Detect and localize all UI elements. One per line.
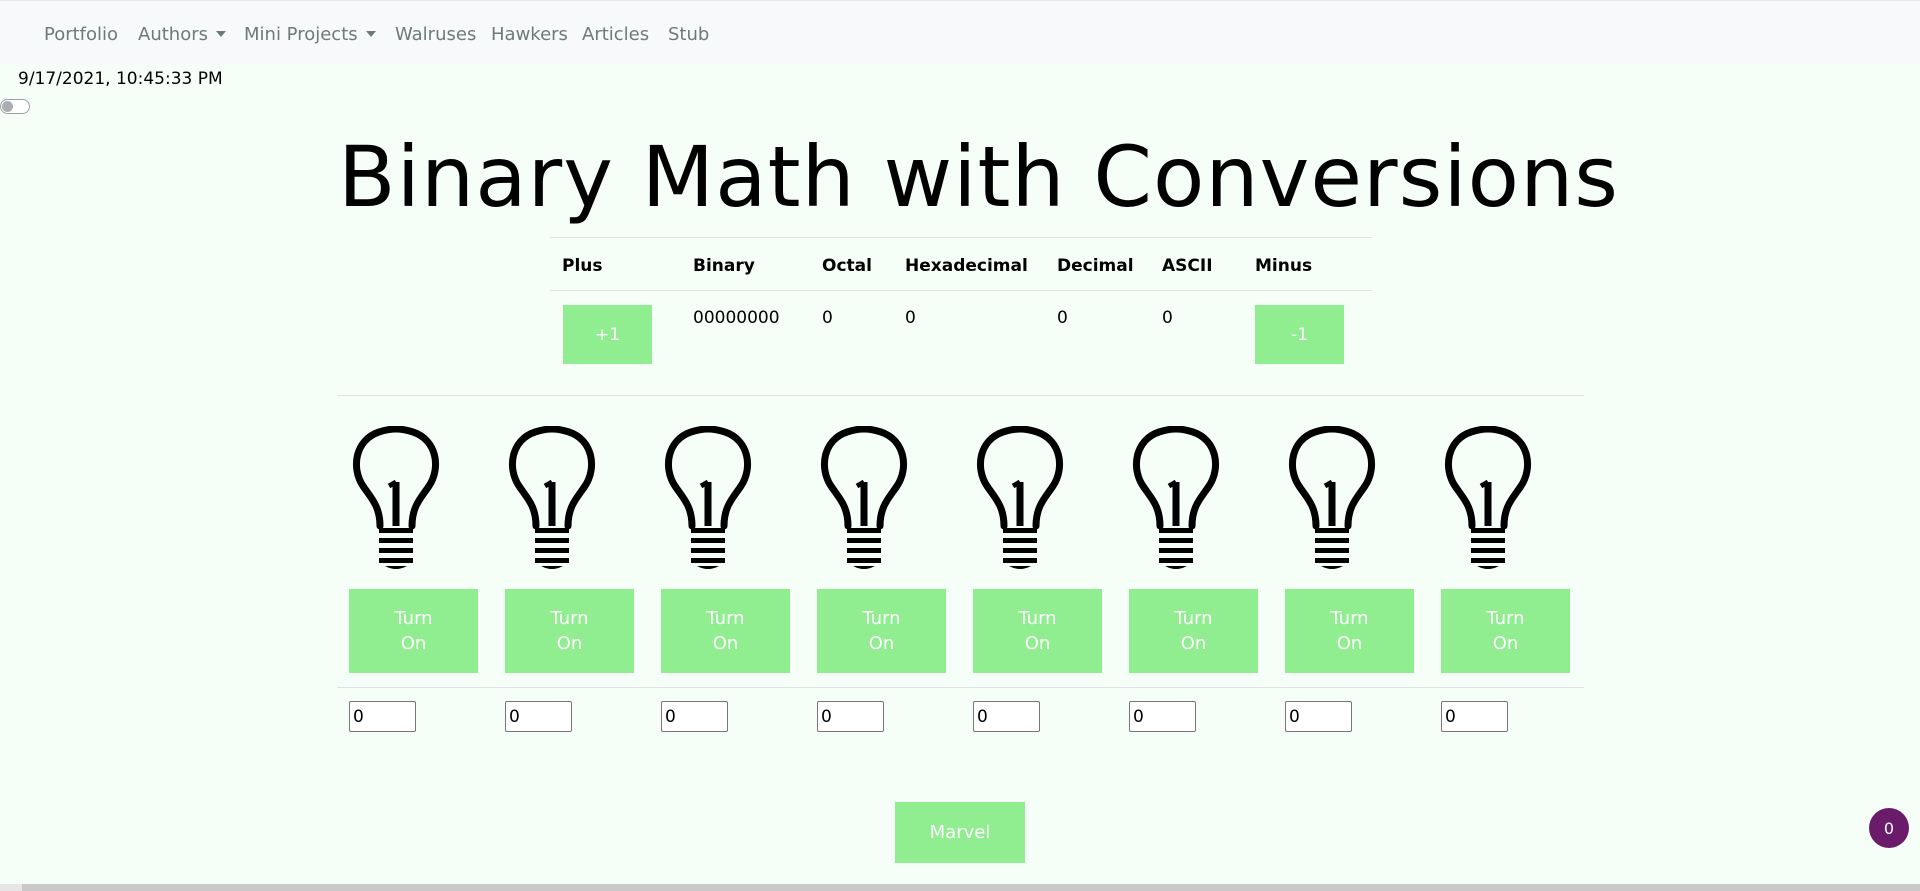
turn-on-button-label-1: Turn [394, 608, 433, 629]
minus-one-button[interactable]: -1 [1255, 305, 1344, 364]
turn-on-button-label-2: On [868, 633, 895, 654]
current-datetime: 9/17/2021, 10:45:33 PM [18, 69, 223, 89]
lightbulb-off-icon [973, 425, 1067, 572]
octal-value: 0 [822, 308, 833, 328]
header-ascii: ASCII [1162, 256, 1213, 276]
turn-on-button[interactable]: Turn On [1129, 589, 1258, 673]
turn-on-button-label-1: Turn [1486, 608, 1525, 629]
bits-divider [337, 687, 1584, 688]
caret-down-icon [365, 31, 376, 37]
notification-badge[interactable]: 0 [1869, 808, 1909, 848]
turn-on-button-label-1: Turn [1330, 608, 1369, 629]
turn-on-button-label-2: On [1024, 633, 1051, 654]
turn-on-button-label-1: Turn [550, 608, 589, 629]
turn-on-button-label-2: On [712, 633, 739, 654]
bit-value-input[interactable] [1285, 701, 1352, 732]
lightbulb-off-icon [1285, 425, 1379, 572]
section-divider [337, 395, 1584, 396]
nav-item-stub[interactable]: Stub [668, 24, 709, 45]
plus-one-button[interactable]: +1 [563, 305, 652, 364]
nav-item-mini-projects[interactable]: Mini Projects [244, 24, 376, 45]
nav-item-mini-projects-label: Mini Projects [244, 24, 358, 45]
header-decimal: Decimal [1057, 256, 1134, 276]
caret-down-icon [215, 31, 226, 37]
turn-on-button[interactable]: Turn On [349, 589, 478, 673]
lightbulb-off-icon [505, 425, 599, 572]
nav-item-authors-label: Authors [138, 24, 208, 45]
bit-value-input[interactable] [973, 701, 1040, 732]
decimal-value: 0 [1057, 308, 1068, 328]
turn-on-button[interactable]: Turn On [1285, 589, 1414, 673]
lightbulb-off-icon [349, 425, 443, 572]
table-divider-header [550, 290, 1372, 291]
binary-value: 00000000 [693, 308, 780, 328]
turn-on-button-label-1: Turn [862, 608, 901, 629]
nav-item-authors[interactable]: Authors [138, 24, 226, 45]
hexadecimal-value: 0 [905, 308, 916, 328]
bit-value-input[interactable] [349, 701, 416, 732]
turn-on-button[interactable]: Turn On [505, 589, 634, 673]
turn-on-button[interactable]: Turn On [817, 589, 946, 673]
lightbulb-off-icon [661, 425, 755, 572]
bit-value-input[interactable] [1441, 701, 1508, 732]
turn-on-button-label-2: On [1180, 633, 1207, 654]
page-title: Binary Math with Conversions [338, 128, 1620, 226]
bit-value-input[interactable] [1129, 701, 1196, 732]
turn-on-button-label-1: Turn [1174, 608, 1213, 629]
ascii-value: 0 [1162, 308, 1173, 328]
marvel-button[interactable]: Marvel [895, 802, 1025, 863]
header-hexadecimal: Hexadecimal [905, 256, 1028, 276]
lightbulb-off-icon [1441, 425, 1535, 572]
turn-on-button-label-1: Turn [706, 608, 745, 629]
nav-item-articles[interactable]: Articles [582, 24, 649, 45]
turn-on-button-label-2: On [1336, 633, 1363, 654]
turn-on-button-label-1: Turn [1018, 608, 1057, 629]
toggle-knob [2, 101, 13, 112]
bit-value-input[interactable] [661, 701, 728, 732]
header-plus: Plus [562, 256, 603, 276]
turn-on-button-label-2: On [1492, 633, 1519, 654]
nav-item-walruses[interactable]: Walruses [395, 24, 476, 45]
header-octal: Octal [822, 256, 872, 276]
bit-value-input[interactable] [505, 701, 572, 732]
turn-on-button[interactable]: Turn On [973, 589, 1102, 673]
header-binary: Binary [693, 256, 755, 276]
turn-on-button[interactable]: Turn On [1441, 589, 1570, 673]
horizontal-scrollbar[interactable] [0, 884, 1920, 891]
turn-on-button-label-2: On [400, 633, 427, 654]
theme-toggle[interactable] [0, 99, 30, 114]
nav-item-portfolio[interactable]: Portfolio [44, 24, 118, 45]
turn-on-button-label-2: On [556, 633, 583, 654]
lightbulb-off-icon [817, 425, 911, 572]
header-minus: Minus [1255, 256, 1313, 276]
navbar: Portfolio Authors Mini Projects Walruses… [0, 0, 1920, 64]
lightbulb-off-icon [1129, 425, 1223, 572]
scrollbar-thumb[interactable] [22, 884, 1920, 891]
nav-item-hawkers[interactable]: Hawkers [491, 24, 568, 45]
bit-value-input[interactable] [817, 701, 884, 732]
table-divider-top [550, 237, 1372, 238]
turn-on-button[interactable]: Turn On [661, 589, 790, 673]
